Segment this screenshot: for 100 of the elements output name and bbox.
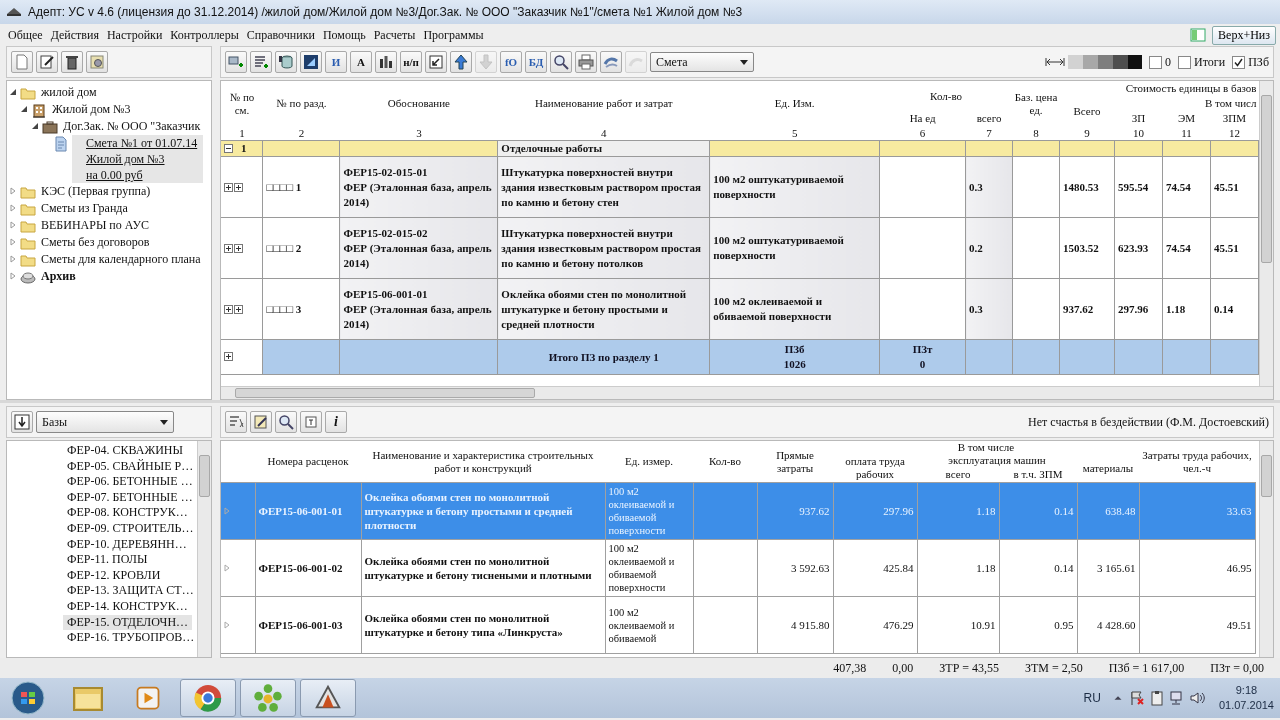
expand-icon[interactable] — [224, 304, 233, 314]
scrollbar[interactable] — [221, 386, 1273, 399]
toolbar-button[interactable] — [275, 411, 297, 433]
expand-icon[interactable] — [224, 243, 233, 253]
toolbar-button[interactable]: БД — [525, 51, 547, 73]
list-item[interactable]: ФЕР-10. ДЕРЕВЯНН… — [63, 536, 191, 553]
toolbar-button[interactable] — [11, 411, 33, 433]
expand-icon[interactable] — [234, 182, 243, 192]
list-item[interactable]: ФЕР-11. ПОЛЫ — [63, 552, 152, 568]
menu-item[interactable]: Расчеты — [369, 27, 420, 43]
toolbar-button[interactable] — [36, 51, 58, 73]
taskbar-button[interactable] — [180, 679, 236, 717]
start-button[interactable] — [10, 680, 46, 716]
column-header[interactable]: В том числе — [833, 441, 1139, 454]
column-header[interactable]: Кол-во — [693, 441, 757, 483]
list-item[interactable]: ФЕР-15. ОТДЕЛОЧН… — [63, 614, 193, 631]
menu-item[interactable]: Общее — [4, 27, 47, 43]
shade-scale-drawing[interactable] — [1068, 55, 1143, 69]
toolbar-button[interactable]: А — [350, 51, 372, 73]
column-header[interactable]: эксплуатация машин — [917, 454, 1077, 468]
column-header[interactable]: Номера расценок — [255, 441, 361, 483]
list-item[interactable]: ФЕР-05. СВАЙНЫЕ Р… — [63, 458, 197, 475]
list-item[interactable]: ФЕР-09. СТРОИТЕЛЬ… — [63, 520, 197, 537]
column-header[interactable]: Баз. цена ед. — [1012, 81, 1060, 126]
menu-item[interactable]: Настройки — [102, 27, 167, 43]
column-header[interactable]: Наименование работ и затрат — [497, 81, 710, 126]
tree-item[interactable]: КЭС (Первая группа) — [39, 183, 153, 200]
column-header[interactable]: Всего — [1059, 96, 1115, 126]
scrollbar[interactable] — [1259, 441, 1273, 657]
menu-item[interactable]: Контроллеры — [166, 27, 243, 43]
expand-icon[interactable] — [224, 182, 233, 192]
column-header[interactable]: № по см. — [221, 81, 263, 126]
toolbar-button[interactable] — [275, 51, 297, 73]
taskbar-button[interactable] — [300, 679, 356, 717]
bases-dropdown[interactable]: Базы — [36, 411, 174, 433]
toolbar-button[interactable]: н/п — [400, 51, 422, 73]
toolbar-button[interactable] — [375, 51, 397, 73]
list-item[interactable]: ФЕР-06. БЕТОННЫЕ … — [63, 474, 197, 490]
list-item[interactable]: ФЕР-16. ТРУБОПРОВ… — [63, 630, 197, 646]
column-header[interactable]: ЭМ — [1162, 111, 1211, 126]
tree-item[interactable]: Архив — [39, 268, 78, 285]
column-header[interactable]: материалы — [1077, 454, 1139, 483]
toolbar-button[interactable]: i — [325, 411, 347, 433]
column-header[interactable]: всего — [917, 467, 999, 483]
collapse-arrow-icon[interactable] — [31, 122, 39, 130]
toolbar-button[interactable] — [61, 51, 83, 73]
toolbar-button[interactable]: fO — [500, 51, 522, 73]
tree-item[interactable]: Смета №1 от 01.07.14 Жилой дом №3 на 0.00 руб — [72, 135, 204, 183]
menu-item[interactable]: Помощь — [318, 27, 370, 43]
language-indicator[interactable]: RU — [1083, 691, 1101, 705]
list-item[interactable]: ФЕР-08. КОНСТРУК… — [63, 505, 192, 521]
collapse-arrow-icon[interactable] — [9, 88, 17, 96]
expand-arrow-icon[interactable] — [9, 238, 17, 246]
list-item[interactable]: ФЕР-04. СКВАЖИНЫ — [63, 443, 187, 459]
collapse-icon[interactable] — [224, 144, 233, 153]
column-header[interactable]: всего — [965, 111, 1013, 126]
tree-item[interactable]: Жилой дом №3 — [50, 101, 133, 118]
menu-item[interactable]: Программы — [419, 27, 488, 43]
column-header[interactable]: Наименование и характеристика строительных работ и конструкций — [361, 441, 605, 483]
list-item[interactable]: ФЕР-07. БЕТОННЫЕ … — [63, 489, 197, 506]
column-header[interactable]: Затраты труда рабочих, чел.-ч — [1139, 441, 1255, 483]
tree-item[interactable]: ВЕБИНАРЫ по АУС — [39, 217, 151, 234]
column-header[interactable]: Прямые затраты — [757, 441, 833, 483]
clock-date[interactable]: 01.07.2014 — [1218, 698, 1274, 713]
column-header[interactable]: ЗПМ — [1210, 111, 1259, 126]
tree-item[interactable]: Сметы без договоров — [39, 234, 152, 251]
expand-arrow-icon[interactable] — [9, 204, 17, 212]
toolbar-button[interactable] — [250, 411, 272, 433]
tree-item[interactable]: жилой дом — [39, 84, 99, 101]
tree-item[interactable]: Дог.Зак. № ООО "Заказчик — [61, 118, 203, 135]
view-button[interactable]: Верх+Низ — [1212, 25, 1276, 45]
list-item[interactable]: ФЕР-13. ЗАЩИТА СТ… — [63, 583, 197, 599]
checkbox[interactable] — [1178, 55, 1192, 69]
column-header[interactable]: Ед. измер. — [605, 441, 693, 483]
clock-time[interactable]: 9:18 — [1235, 683, 1258, 698]
checkbox[interactable] — [1149, 55, 1163, 69]
table-row[interactable]: ФЕР15-06-001-03 Оклейка обоями стен по монолитной штукатурке и бетону типа «Линкруста» 100 м2 оклеиваемой и обиваемой 4 915.80 476.29 10.91 0.95 4 428.60 49.51 — [221, 596, 1255, 654]
toolbar-button[interactable]: И — [325, 51, 347, 73]
collapse-arrow-icon[interactable] — [20, 105, 28, 113]
column-header[interactable]: Кол-во — [879, 81, 1013, 111]
expand-arrow-icon[interactable] — [9, 255, 17, 263]
expand-icon[interactable] — [234, 243, 243, 253]
list-item[interactable]: ФЕР-12. КРОВЛИ — [63, 567, 165, 584]
column-header[interactable]: оплата труда рабочих — [833, 454, 917, 483]
column-header[interactable]: ЗП — [1114, 111, 1163, 126]
toolbar-button[interactable] — [425, 51, 447, 73]
column-header[interactable]: На ед — [879, 111, 966, 126]
checkbox[interactable] — [1232, 55, 1246, 69]
list-item[interactable]: ФЕР-14. КОНСТРУК… — [63, 598, 192, 615]
toolbar-button[interactable] — [300, 51, 322, 73]
table-row[interactable]: ФЕР15-06-001-02 Оклейка обоями стен по монолитной штукатурке и бетону тиснеными и плотными 100 м2 оклеиваемой и обиваемой поверхности 3 592.63 425.84 1.18 0.14 3 165.61 46.95 — [221, 539, 1255, 597]
toolbar-button[interactable] — [550, 51, 572, 73]
tree-item[interactable]: Сметы из Гранда — [39, 200, 130, 217]
column-header[interactable]: № по разд. — [263, 81, 340, 126]
expand-icon[interactable] — [234, 304, 243, 314]
toolbar-button[interactable] — [450, 51, 472, 73]
column-header[interactable]: Ед. Изм. — [709, 81, 880, 126]
scrollbar[interactable] — [1259, 81, 1273, 386]
column-header[interactable]: Стоимость единицы в базов — [1059, 81, 1259, 96]
column-header[interactable]: в т.ч. ЗПМ — [999, 467, 1077, 483]
